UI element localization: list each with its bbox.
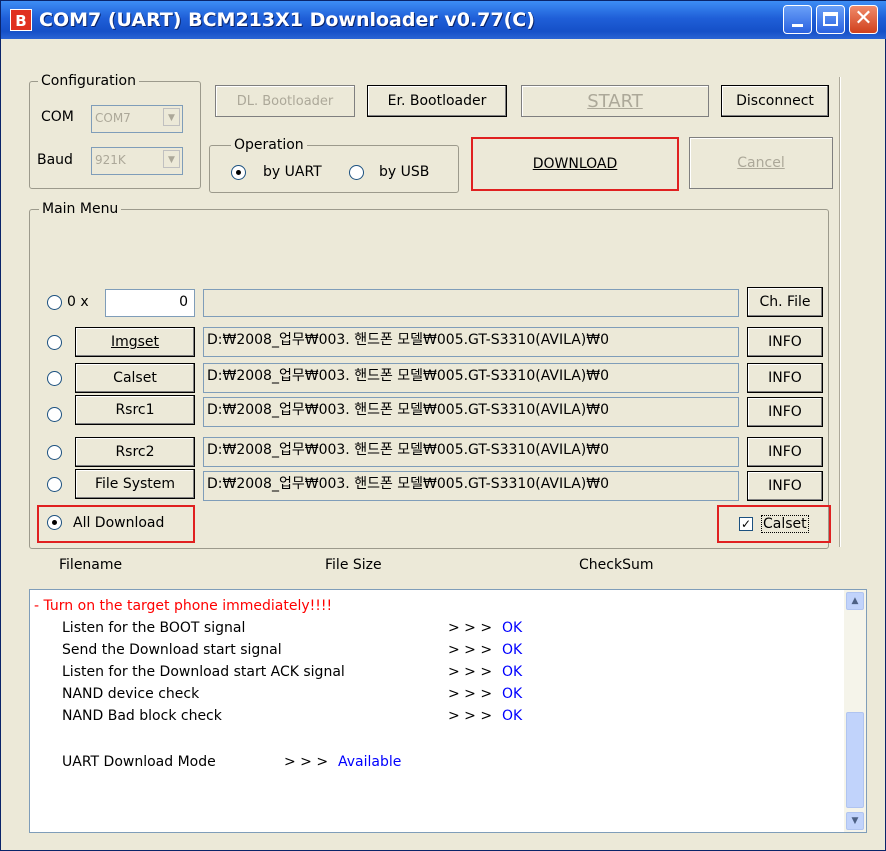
log-step-status: OK (502, 708, 523, 724)
hex-address-input[interactable]: 0 (105, 289, 195, 317)
com-select[interactable]: COM7 ▼ (91, 105, 183, 133)
radio-selected-dot (236, 170, 241, 175)
main-menu-label: Main Menu (39, 201, 122, 217)
rsrc1-info-button[interactable]: INFO (747, 397, 823, 427)
log-mode-text: UART Download Mode (62, 754, 216, 770)
log-step-arrow: > > > (448, 620, 493, 636)
by-usb-label: by USB (379, 164, 430, 180)
log-panel[interactable]: - Turn on the target phone immediately!!… (29, 589, 867, 833)
log-step-arrow: > > > (448, 664, 493, 680)
file-system-info-button[interactable]: INFO (747, 471, 823, 501)
log-step-status: OK (502, 664, 523, 680)
file-system-path-field: D:₩2008_업무₩003. 핸드폰 모델₩005.GT-S3310(AVIL… (203, 471, 739, 501)
log-step-arrow: > > > (448, 686, 493, 702)
scroll-down-icon[interactable]: ▼ (846, 812, 864, 830)
radio-selected-dot (52, 520, 57, 525)
imgset-radio[interactable] (47, 335, 62, 350)
window-title: COM7 (UART) BCM213X1 Downloader v0.77(C) (39, 9, 535, 31)
log-warning: - Turn on the target phone immediately!!… (34, 598, 333, 614)
checksum-header: CheckSum (579, 557, 654, 573)
maximize-icon (823, 12, 838, 26)
log-step-arrow: > > > (448, 642, 493, 658)
chevron-down-icon[interactable]: ▼ (163, 108, 180, 126)
log-step-status: OK (502, 686, 523, 702)
calset-path-field: D:₩2008_업무₩003. 핸드폰 모델₩005.GT-S3310(AVIL… (203, 363, 739, 393)
log-step-status: OK (502, 620, 523, 636)
all-download-radio[interactable] (47, 515, 62, 530)
all-download-label: All Download (73, 515, 165, 531)
rsrc2-radio[interactable] (47, 445, 62, 460)
app-icon[interactable]: B (10, 9, 32, 31)
file-size-header: File Size (325, 557, 382, 573)
configuration-label: Configuration (38, 73, 139, 89)
log-step-arrow: > > > (448, 708, 493, 724)
baud-select[interactable]: 921K ▼ (91, 147, 183, 175)
hex-path-field (203, 289, 739, 317)
title-bar[interactable]: B COM7 (UART) BCM213X1 Downloader v0.77(… (1, 1, 886, 39)
imgset-button[interactable]: Imgset (75, 327, 195, 357)
calset-checkbox[interactable]: ✓ (739, 517, 753, 531)
scroll-up-icon[interactable]: ▲ (846, 592, 864, 610)
scroll-thumb[interactable] (846, 712, 864, 808)
er-bootloader-button[interactable]: Er. Bootloader (367, 85, 507, 117)
operation-label: Operation (231, 137, 307, 153)
rsrc2-button[interactable]: Rsrc2 (75, 437, 195, 467)
start-button[interactable]: START (521, 85, 709, 117)
log-step-text: NAND device check (62, 686, 200, 702)
maximize-button[interactable] (816, 5, 845, 34)
dl-bootloader-button[interactable]: DL. Bootloader (215, 85, 355, 117)
com-value: COM7 (95, 111, 131, 125)
filename-header: Filename (59, 557, 123, 573)
baud-label: Baud (37, 152, 73, 168)
close-icon: ✕ (854, 6, 873, 31)
imgset-path-field: D:₩2008_업무₩003. 핸드폰 모델₩005.GT-S3310(AVIL… (203, 327, 739, 357)
calset-radio[interactable] (47, 371, 62, 386)
log-step-text: NAND Bad block check (62, 708, 222, 724)
log-step-status: OK (502, 642, 523, 658)
by-uart-label: by UART (263, 164, 322, 180)
app-window: B COM7 (UART) BCM213X1 Downloader v0.77(… (0, 0, 886, 851)
log-mode-status: Available (338, 754, 402, 770)
calset-check-label: Calset (761, 515, 809, 533)
right-divider (839, 77, 841, 547)
log-step-text: Listen for the BOOT signal (62, 620, 246, 636)
ch-file-button[interactable]: Ch. File (747, 287, 823, 317)
hex-prefix-label: 0 x (67, 294, 89, 310)
calset-info-button[interactable]: INFO (747, 363, 823, 393)
com-label: COM (41, 109, 74, 125)
file-system-radio[interactable] (47, 477, 62, 492)
minimize-button[interactable] (783, 5, 812, 34)
rsrc2-path-field: D:₩2008_업무₩003. 핸드폰 모델₩005.GT-S3310(AVIL… (203, 437, 739, 467)
hex-row-radio[interactable] (47, 295, 62, 310)
log-scrollbar[interactable]: ▲ ▼ (844, 590, 866, 832)
log-step-text: Send the Download start signal (62, 642, 282, 658)
rsrc1-path-field: D:₩2008_업무₩003. 핸드폰 모델₩005.GT-S3310(AVIL… (203, 397, 739, 427)
rsrc2-info-button[interactable]: INFO (747, 437, 823, 467)
by-uart-radio[interactable] (231, 165, 246, 180)
file-system-button[interactable]: File System (75, 469, 195, 499)
by-usb-radio[interactable] (349, 165, 364, 180)
log-step-text: Listen for the Download start ACK signal (62, 664, 345, 680)
chevron-down-icon[interactable]: ▼ (163, 150, 180, 168)
calset-button[interactable]: Calset (75, 363, 195, 393)
disconnect-button[interactable]: Disconnect (721, 85, 829, 117)
baud-value: 921K (95, 153, 126, 167)
minimize-icon (792, 24, 803, 27)
close-button[interactable]: ✕ (849, 5, 878, 34)
imgset-info-button[interactable]: INFO (747, 327, 823, 357)
rsrc1-radio[interactable] (47, 407, 62, 422)
cancel-button[interactable]: Cancel (689, 137, 833, 189)
download-button[interactable]: DOWNLOAD (471, 137, 679, 191)
rsrc1-button[interactable]: Rsrc1 (75, 395, 195, 425)
log-mode-arrow: > > > (284, 754, 329, 770)
